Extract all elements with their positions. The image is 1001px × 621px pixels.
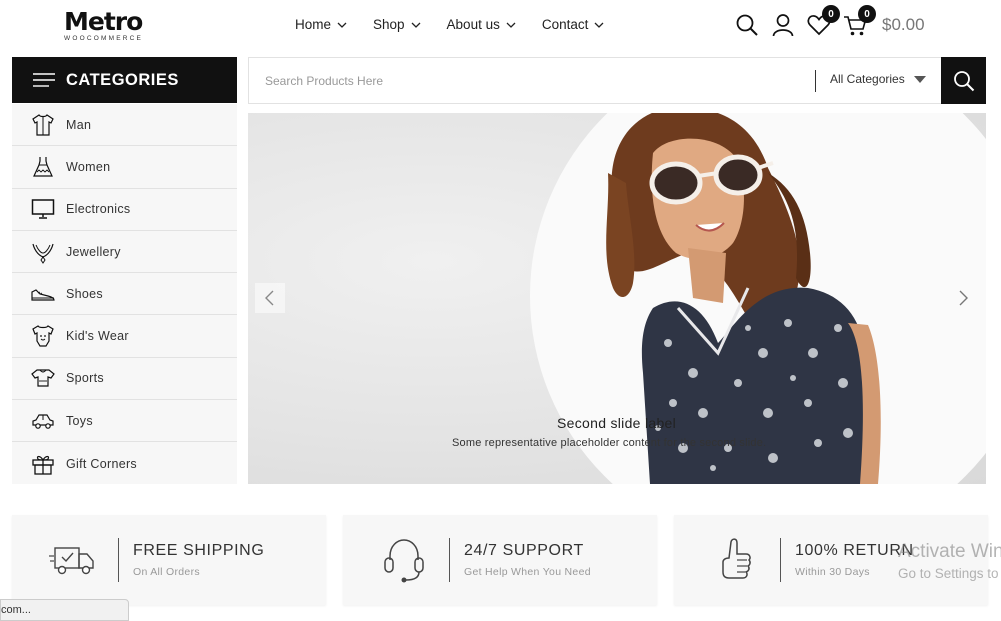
toy-car-icon bbox=[30, 408, 56, 434]
category-label: Man bbox=[66, 117, 92, 132]
feature-text: 100% RETURN Within 30 Days bbox=[795, 542, 914, 578]
features-row: FREE SHIPPING On All Orders 24/7 SUPPORT… bbox=[12, 515, 988, 605]
baby-onesie-icon bbox=[30, 323, 56, 349]
feature-text: FREE SHIPPING On All Orders bbox=[133, 542, 264, 578]
caret-down-icon bbox=[913, 75, 926, 83]
nav-contact-label: Contact bbox=[541, 17, 589, 32]
wishlist-count-badge: 0 bbox=[822, 5, 840, 23]
category-label: Gift Corners bbox=[66, 456, 137, 471]
browser-status-bar: com... bbox=[0, 599, 129, 621]
dress-icon bbox=[30, 154, 56, 180]
status-url-text: com... bbox=[1, 604, 31, 616]
category-item-gift-corners[interactable]: Gift Corners bbox=[12, 442, 237, 484]
delivery-truck-icon bbox=[38, 535, 108, 585]
category-item-kids-wear[interactable]: Kid's Wear bbox=[12, 315, 237, 358]
slide-caption-text: Some representative placeholder content … bbox=[452, 437, 767, 449]
logo-subtext: WOOCOMMERCE bbox=[64, 35, 144, 42]
headset-icon bbox=[369, 535, 439, 585]
chevron-down-icon bbox=[411, 22, 421, 28]
categories-header[interactable]: CATEGORIES bbox=[12, 57, 237, 103]
main-nav: Home Shop About us Contact bbox=[295, 17, 630, 32]
search-category-select[interactable]: All Categories bbox=[830, 72, 926, 86]
activation-line-2: Go to Settings to activate Windows. bbox=[898, 566, 1001, 581]
category-item-toys[interactable]: Toys bbox=[12, 400, 237, 443]
slider-next-button[interactable] bbox=[948, 283, 978, 313]
category-item-sports[interactable]: Sports bbox=[12, 358, 237, 401]
category-item-man[interactable]: Man bbox=[12, 104, 237, 147]
nav-shop-label: Shop bbox=[373, 17, 405, 32]
logo-text: Metro bbox=[64, 7, 143, 36]
feature-title: 100% RETURN bbox=[795, 542, 914, 559]
feature-free-shipping: FREE SHIPPING On All Orders bbox=[12, 515, 326, 605]
search-icon[interactable] bbox=[734, 12, 760, 38]
feature-divider bbox=[449, 538, 450, 582]
slider-prev-button[interactable] bbox=[255, 283, 285, 313]
search-divider bbox=[815, 70, 816, 92]
wishlist-button[interactable]: 0 bbox=[806, 5, 840, 38]
header-actions: 0 0 $0.00 bbox=[734, 5, 925, 38]
monitor-icon bbox=[30, 196, 56, 222]
category-label: Sports bbox=[66, 371, 104, 386]
chevron-down-icon bbox=[506, 22, 516, 28]
site-logo[interactable]: Metro WOOCOMMERCE bbox=[64, 9, 154, 45]
category-label: Shoes bbox=[66, 286, 103, 301]
search-icon bbox=[953, 70, 974, 91]
chevron-left-icon bbox=[265, 290, 274, 306]
cart-count-badge: 0 bbox=[858, 5, 876, 23]
gift-icon bbox=[30, 451, 56, 477]
category-label: Toys bbox=[66, 413, 93, 428]
slide-caption-title: Second slide label bbox=[557, 415, 677, 431]
hamburger-menu-icon bbox=[33, 73, 55, 87]
nav-item-shop[interactable]: Shop bbox=[373, 17, 421, 32]
user-icon[interactable] bbox=[770, 12, 796, 38]
search-bar: All Categories bbox=[248, 57, 986, 104]
thumbs-up-icon bbox=[700, 535, 770, 585]
feature-subtitle: On All Orders bbox=[133, 566, 200, 578]
activation-line-1: Activate Windows bbox=[898, 541, 1001, 562]
site-header: Metro WOOCOMMERCE Home Shop About us Con… bbox=[0, 0, 1001, 56]
search-category-value: All Categories bbox=[830, 72, 905, 86]
feature-text: 24/7 SUPPORT Get Help When You Need bbox=[464, 542, 591, 578]
search-input[interactable] bbox=[249, 58, 815, 103]
nav-about-label: About us bbox=[446, 17, 500, 32]
shirt-icon bbox=[30, 112, 56, 138]
nav-item-home[interactable]: Home bbox=[295, 17, 347, 32]
feature-title: 24/7 SUPPORT bbox=[464, 542, 584, 559]
cart-button[interactable]: 0 bbox=[842, 5, 876, 38]
feature-subtitle: Within 30 Days bbox=[795, 566, 870, 578]
chevron-down-icon bbox=[337, 22, 347, 28]
cart-total[interactable]: $0.00 bbox=[882, 15, 925, 35]
category-label: Kid's Wear bbox=[66, 329, 129, 344]
category-item-women[interactable]: Women bbox=[12, 146, 237, 189]
category-label: Women bbox=[66, 159, 111, 174]
nav-home-label: Home bbox=[295, 17, 332, 32]
category-label: Jewellery bbox=[66, 244, 121, 259]
categories-title: CATEGORIES bbox=[66, 70, 179, 89]
jersey-icon bbox=[30, 365, 56, 391]
chevron-right-icon bbox=[959, 290, 968, 306]
search-button[interactable] bbox=[941, 57, 986, 104]
windows-activation-watermark: Activate Windows Go to Settings to activ… bbox=[898, 541, 1001, 581]
category-item-shoes[interactable]: Shoes bbox=[12, 273, 237, 316]
feature-divider bbox=[780, 538, 781, 582]
nav-item-contact[interactable]: Contact bbox=[542, 17, 605, 32]
feature-support: 24/7 SUPPORT Get Help When You Need bbox=[343, 515, 657, 605]
necklace-icon bbox=[30, 239, 56, 265]
chevron-down-icon bbox=[594, 22, 604, 28]
category-label: Electronics bbox=[66, 202, 131, 217]
nav-item-about[interactable]: About us bbox=[447, 17, 516, 32]
category-list: Man Women Electronics Jewellery Shoes Ki… bbox=[12, 104, 237, 484]
feature-divider bbox=[118, 538, 119, 582]
feature-title: FREE SHIPPING bbox=[133, 542, 265, 559]
hero-slider: Second slide label Some representative p… bbox=[248, 113, 986, 484]
feature-subtitle: Get Help When You Need bbox=[464, 566, 591, 578]
category-item-jewellery[interactable]: Jewellery bbox=[12, 231, 237, 274]
shoe-icon bbox=[30, 281, 56, 307]
category-item-electronics[interactable]: Electronics bbox=[12, 189, 237, 231]
